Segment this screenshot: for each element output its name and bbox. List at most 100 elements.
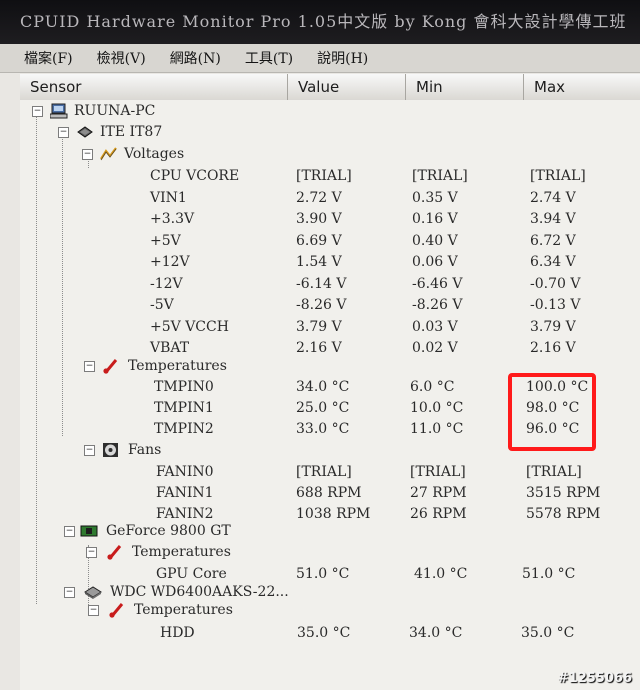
sensor-value: 25.0 °C bbox=[296, 400, 350, 416]
tree-node-gpu-temperatures[interactable]: − Temperatures bbox=[20, 541, 640, 563]
thermometer-icon bbox=[103, 359, 118, 374]
sensor-name: FANIN0 bbox=[156, 464, 214, 480]
sensor-value: 6.69 V bbox=[296, 232, 342, 249]
sensor-min: 0.35 V bbox=[412, 189, 458, 206]
sensor-min: -8.26 V bbox=[412, 297, 463, 313]
sensor-value: 34.0 °C bbox=[296, 379, 350, 395]
sensor-row[interactable]: -12V -6.14 V -6.46 V -0.70 V bbox=[20, 273, 640, 295]
collapse-toggle[interactable]: − bbox=[84, 445, 95, 456]
window-title: CPUID Hardware Monitor Pro 1.05中文版 by Ko… bbox=[0, 0, 640, 44]
tree-node-gpu[interactable]: − GeForce 9800 GT bbox=[20, 520, 640, 542]
sensor-min: 6.0 °C bbox=[410, 379, 455, 395]
node-label: Temperatures bbox=[132, 544, 231, 560]
sensor-min: [TRIAL] bbox=[412, 168, 468, 184]
sensor-value: -6.14 V bbox=[296, 275, 347, 292]
sensor-name: -5V bbox=[150, 297, 174, 313]
sensor-max: 3.94 V bbox=[530, 211, 576, 227]
highlight-annotation bbox=[508, 373, 596, 451]
sensor-row[interactable]: +12V 1.54 V 0.06 V 6.34 V bbox=[20, 251, 640, 273]
node-label: ITE IT87 bbox=[100, 124, 163, 140]
menu-view[interactable]: 檢視(V) bbox=[97, 48, 146, 68]
column-min[interactable]: Min bbox=[406, 74, 524, 100]
sensor-row[interactable]: CPU VCORE [TRIAL] [TRIAL] [TRIAL] bbox=[20, 165, 640, 187]
menu-network[interactable]: 網路(N) bbox=[170, 48, 221, 68]
tree-node-root[interactable]: − RUUNA-PC bbox=[20, 100, 640, 122]
collapse-toggle[interactable]: − bbox=[84, 361, 95, 372]
sensor-row[interactable]: +5V VCCH 3.79 V 0.03 V 3.79 V bbox=[20, 316, 640, 338]
sensor-max: [TRIAL] bbox=[526, 464, 582, 480]
column-header: Sensor Value Min Max bbox=[20, 74, 640, 101]
sensor-name: +5V VCCH bbox=[150, 318, 229, 335]
sensor-name: +5V bbox=[150, 232, 181, 249]
collapse-toggle[interactable]: − bbox=[82, 149, 93, 160]
collapse-toggle[interactable]: − bbox=[86, 547, 97, 558]
sensor-min: 0.16 V bbox=[412, 211, 458, 227]
sensor-row[interactable]: HDD 35.0 °C 34.0 °C 35.0 °C bbox=[20, 622, 640, 644]
sensor-value: [TRIAL] bbox=[296, 168, 352, 184]
sensor-max: -0.13 V bbox=[530, 297, 581, 313]
sensor-min: 0.40 V bbox=[412, 232, 458, 249]
sensor-row[interactable]: FANIN1 688 RPM 27 RPM 3515 RPM bbox=[20, 482, 640, 504]
tree-node-ite[interactable]: − ITE IT87 bbox=[20, 121, 640, 143]
sensor-value: 35.0 °C bbox=[297, 625, 351, 641]
menu-file[interactable]: 檔案(F) bbox=[24, 48, 73, 68]
sensor-row[interactable]: +3.3V 3.90 V 0.16 V 3.94 V bbox=[20, 208, 640, 230]
menu-bar: 檔案(F) 檢視(V) 網路(N) 工具(T) 說明(H) bbox=[0, 44, 640, 73]
chip-icon bbox=[77, 126, 93, 138]
sensor-value: 688 RPM bbox=[296, 485, 362, 501]
sensor-max: 2.74 V bbox=[530, 189, 576, 206]
sensor-name: +3.3V bbox=[150, 211, 195, 227]
sensor-value: -8.26 V bbox=[296, 297, 347, 313]
sensor-value: 1.54 V bbox=[296, 254, 342, 270]
column-value[interactable]: Value bbox=[288, 74, 406, 100]
graphics-card-icon bbox=[80, 525, 98, 537]
sensor-row[interactable]: VIN1 2.72 V 0.35 V 2.74 V bbox=[20, 187, 640, 209]
sensor-name: +12V bbox=[150, 254, 190, 270]
collapse-toggle[interactable]: − bbox=[88, 605, 99, 616]
sensor-min: 34.0 °C bbox=[409, 625, 463, 641]
sensor-max: -0.70 V bbox=[530, 275, 581, 292]
watermark: #1255066 bbox=[557, 671, 632, 686]
sensor-max: 35.0 °C bbox=[521, 625, 575, 641]
sensor-max: 3515 RPM bbox=[526, 485, 601, 501]
sensor-tree: − RUUNA-PC − ITE IT87 − Voltages CPU VCO… bbox=[20, 100, 640, 690]
sensor-row[interactable]: FANIN0 [TRIAL] [TRIAL] [TRIAL] bbox=[20, 461, 640, 483]
column-sensor[interactable]: Sensor bbox=[20, 74, 288, 100]
sensor-row[interactable]: +5V 6.69 V 0.40 V 6.72 V bbox=[20, 230, 640, 252]
menu-tools[interactable]: 工具(T) bbox=[245, 48, 293, 68]
collapse-toggle[interactable]: − bbox=[32, 106, 43, 117]
node-label: RUUNA-PC bbox=[74, 103, 156, 119]
sensor-value: [TRIAL] bbox=[296, 464, 352, 480]
sensor-name: TMPIN0 bbox=[154, 379, 214, 395]
column-max[interactable]: Max bbox=[524, 74, 640, 100]
collapse-toggle[interactable]: − bbox=[58, 127, 69, 138]
sensor-name: -12V bbox=[150, 275, 183, 292]
sensor-value: 33.0 °C bbox=[296, 421, 350, 437]
sensor-name: VIN1 bbox=[150, 189, 187, 206]
sensor-max: 6.72 V bbox=[530, 232, 576, 249]
tree-node-hdd-temperatures[interactable]: − Temperatures bbox=[20, 599, 640, 621]
sensor-max: 3.79 V bbox=[530, 318, 576, 335]
hard-disk-icon bbox=[84, 586, 102, 599]
sensor-value: 3.79 V bbox=[296, 318, 342, 335]
sensor-max: 6.34 V bbox=[530, 254, 576, 270]
sensor-name: FANIN1 bbox=[156, 485, 214, 501]
sensor-min: 11.0 °C bbox=[410, 421, 464, 437]
thermometer-icon bbox=[109, 603, 124, 618]
sensor-value: 2.72 V bbox=[296, 189, 342, 206]
menu-help[interactable]: 說明(H) bbox=[317, 48, 368, 68]
sensor-name: HDD bbox=[160, 625, 195, 641]
sensor-min: 27 RPM bbox=[410, 485, 467, 501]
app-window: CPUID Hardware Monitor Pro 1.05中文版 by Ko… bbox=[0, 0, 640, 690]
sensor-row[interactable]: -5V -8.26 V -8.26 V -0.13 V bbox=[20, 294, 640, 316]
sensor-min: [TRIAL] bbox=[410, 464, 466, 480]
node-label: Temperatures bbox=[128, 358, 227, 374]
thermometer-icon bbox=[107, 545, 122, 560]
sensor-min: 10.0 °C bbox=[410, 400, 464, 416]
sensor-name: TMPIN2 bbox=[154, 421, 214, 437]
collapse-toggle[interactable]: − bbox=[64, 587, 75, 598]
computer-icon bbox=[50, 103, 68, 119]
collapse-toggle[interactable]: − bbox=[64, 526, 75, 537]
tree-node-voltages[interactable]: − Voltages bbox=[20, 143, 640, 165]
sensor-value: 3.90 V bbox=[296, 211, 342, 227]
